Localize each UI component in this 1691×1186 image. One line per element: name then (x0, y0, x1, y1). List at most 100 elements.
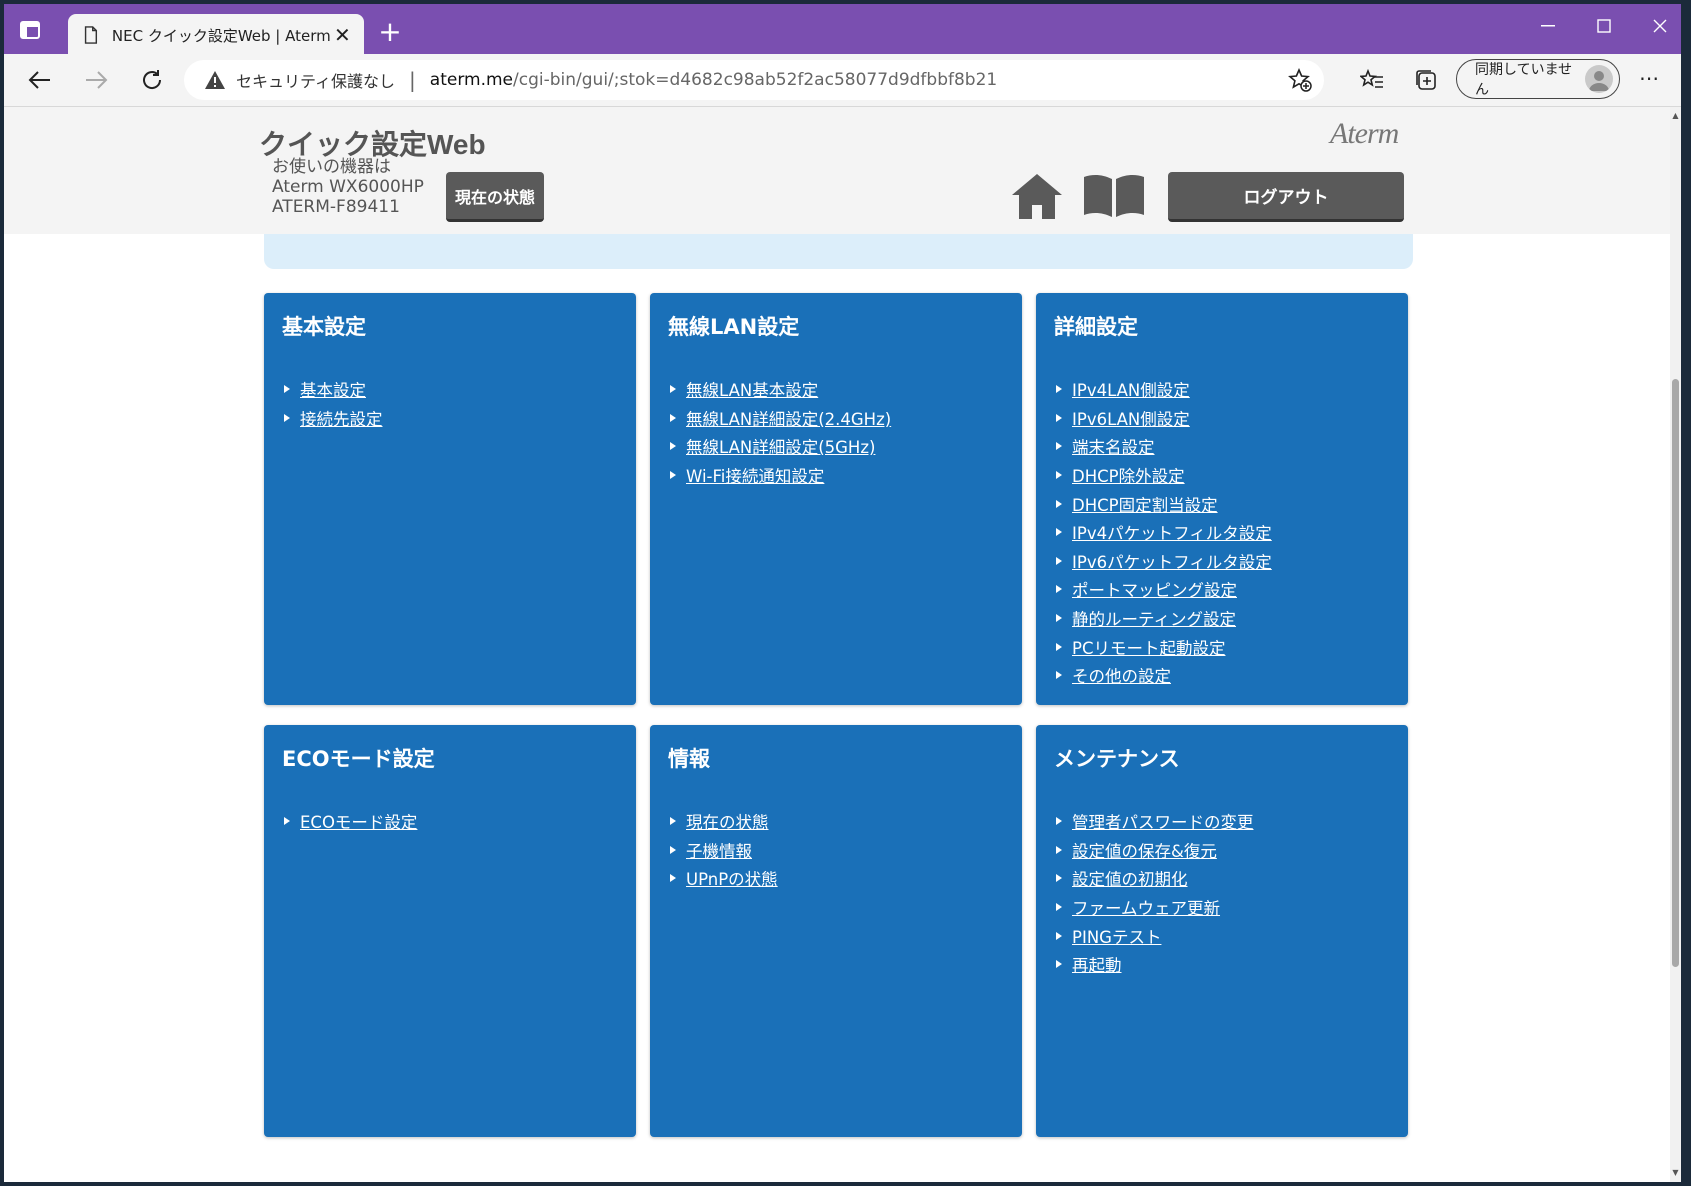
link-ipv6-lan[interactable]: IPv6LAN側設定 (1072, 406, 1190, 430)
link-basic-settings[interactable]: 基本設定 (300, 377, 366, 401)
link-wlan-detail-5ghz[interactable]: 無線LAN詳細設定(5GHz) (686, 434, 875, 458)
list-item: 設定値の初期化 (1056, 864, 1254, 893)
link-static-routing[interactable]: 静的ルーティング設定 (1072, 606, 1236, 630)
bullet-icon (1056, 556, 1062, 565)
notice-area (264, 234, 1413, 269)
bullet-icon (1056, 817, 1062, 826)
bullet-icon (1056, 874, 1062, 883)
panel-title: 詳細設定 (1054, 315, 1138, 339)
logout-button[interactable]: ログアウト (1168, 172, 1404, 222)
link-ipv4-lan[interactable]: IPv4LAN側設定 (1072, 377, 1190, 401)
scroll-down-icon[interactable]: ▼ (1670, 1166, 1681, 1180)
profile-button[interactable]: 同期していません (1456, 59, 1620, 99)
bullet-icon (670, 817, 676, 826)
device-model: Aterm WX6000HP (272, 177, 424, 197)
link-ipv6-filter[interactable]: IPv6パケットフィルタ設定 (1072, 549, 1272, 573)
aterm-logo: Aterm (1330, 117, 1399, 150)
link-wlan-detail-24ghz[interactable]: 無線LAN詳細設定(2.4GHz) (686, 406, 891, 430)
add-favorite-icon[interactable] (1288, 68, 1312, 92)
link-client-info[interactable]: 子機情報 (686, 838, 752, 862)
list-item: 設定値の保存&復元 (1056, 836, 1254, 865)
bullet-icon (1056, 499, 1062, 508)
link-ping-test[interactable]: PINGテスト (1072, 924, 1161, 948)
list-item: Wi-Fi接続通知設定 (670, 461, 891, 490)
link-factory-reset[interactable]: 設定値の初期化 (1072, 866, 1188, 890)
bullet-icon (1056, 442, 1062, 451)
link-firmware-update[interactable]: ファームウェア更新 (1072, 895, 1220, 919)
list-item: その他の設定 (1056, 661, 1272, 690)
bullet-icon (1056, 528, 1062, 537)
bullet-icon (1056, 614, 1062, 623)
maximize-icon[interactable] (1576, 8, 1632, 44)
bullet-icon (1056, 671, 1062, 680)
list-item: UPnPの状態 (670, 864, 778, 893)
link-dhcp-fixed[interactable]: DHCP固定割当設定 (1072, 492, 1218, 516)
link-list: 現在の状態 子機情報 UPnPの状態 (670, 807, 778, 893)
warning-icon[interactable] (204, 69, 226, 91)
active-tab[interactable]: NEC クイック設定Web | Aterm ✕ (68, 14, 364, 56)
manual-book-icon[interactable] (1082, 173, 1146, 219)
more-options-icon[interactable]: ⋯ (1634, 66, 1664, 94)
panel-title: メンテナンス (1054, 747, 1180, 771)
panel-title: 基本設定 (282, 315, 366, 339)
bullet-icon (1056, 903, 1062, 912)
link-dhcp-exclusion[interactable]: DHCP除外設定 (1072, 463, 1185, 487)
tab-actions-icon[interactable] (16, 16, 44, 44)
scroll-up-icon[interactable]: ▲ (1670, 109, 1681, 123)
address-bar[interactable]: セキュリティ保護なし | aterm.me/cgi-bin/gui/;stok=… (184, 60, 1324, 100)
panel-information: 情報 現在の状態 子機情報 UPnPの状態 (650, 725, 1022, 1137)
vertical-scrollbar[interactable]: ▲ ▼ (1670, 107, 1681, 1182)
title-bar: NEC クイック設定Web | Aterm ✕ + (4, 4, 1681, 56)
list-item: 無線LAN詳細設定(2.4GHz) (670, 404, 891, 433)
back-icon[interactable] (24, 64, 56, 96)
list-item: DHCP除外設定 (1056, 461, 1272, 490)
link-pc-remote-wake[interactable]: PCリモート起動設定 (1072, 635, 1225, 659)
url-host: aterm.me (429, 70, 514, 90)
home-icon[interactable] (1010, 171, 1064, 221)
list-item: 無線LAN詳細設定(5GHz) (670, 432, 891, 461)
url-path: /cgi-bin/gui/;stok=d4682c98ab52f2ac58077… (513, 70, 998, 90)
link-wlan-basic[interactable]: 無線LAN基本設定 (686, 377, 818, 401)
security-status[interactable]: セキュリティ保護なし (236, 68, 395, 92)
list-item: 現在の状態 (670, 807, 778, 836)
link-connection-settings[interactable]: 接続先設定 (300, 406, 383, 430)
link-ipv4-filter[interactable]: IPv4パケットフィルタ設定 (1072, 520, 1272, 544)
link-port-mapping[interactable]: ポートマッピング設定 (1072, 577, 1237, 601)
forward-icon[interactable] (80, 64, 112, 96)
bullet-icon (1056, 845, 1062, 854)
window-close-icon[interactable] (1632, 8, 1681, 44)
link-list: IPv4LAN側設定 IPv6LAN側設定 端末名設定 DHCP除外設定 DHC… (1056, 375, 1272, 690)
link-device-name[interactable]: 端末名設定 (1072, 434, 1155, 458)
bullet-icon (1056, 585, 1062, 594)
collections-icon[interactable] (1412, 66, 1440, 94)
bullet-icon (1056, 642, 1062, 651)
link-reboot[interactable]: 再起動 (1072, 952, 1122, 976)
link-wifi-notification[interactable]: Wi-Fi接続通知設定 (686, 463, 824, 487)
refresh-icon[interactable] (136, 64, 168, 96)
link-other-settings[interactable]: その他の設定 (1072, 663, 1171, 687)
favorites-icon[interactable] (1358, 66, 1386, 94)
bullet-icon (1056, 413, 1062, 422)
link-list: ECOモード設定 (284, 807, 417, 836)
bullet-icon (284, 817, 290, 826)
list-item: 管理者パスワードの変更 (1056, 807, 1254, 836)
minimize-icon[interactable] (1520, 8, 1576, 44)
bullet-icon (284, 385, 290, 394)
current-status-button[interactable]: 現在の状態 (446, 172, 544, 222)
link-admin-password[interactable]: 管理者パスワードの変更 (1072, 809, 1254, 833)
link-current-status[interactable]: 現在の状態 (686, 809, 769, 833)
list-item: DHCP固定割当設定 (1056, 489, 1272, 518)
list-item: ファームウェア更新 (1056, 893, 1254, 922)
list-item: IPv6パケットフィルタ設定 (1056, 547, 1272, 576)
link-eco-mode[interactable]: ECOモード設定 (300, 809, 417, 833)
bullet-icon (1056, 960, 1062, 969)
page-icon (84, 26, 98, 44)
tab-close-icon[interactable]: ✕ (331, 22, 354, 48)
new-tab-icon[interactable]: + (376, 18, 404, 46)
scrollbar-thumb[interactable] (1672, 379, 1679, 967)
panel-title: 情報 (668, 747, 710, 771)
link-upnp-status[interactable]: UPnPの状態 (686, 866, 778, 890)
link-save-restore[interactable]: 設定値の保存&復元 (1072, 838, 1217, 862)
list-item: ECOモード設定 (284, 807, 417, 836)
list-item: ポートマッピング設定 (1056, 575, 1272, 604)
